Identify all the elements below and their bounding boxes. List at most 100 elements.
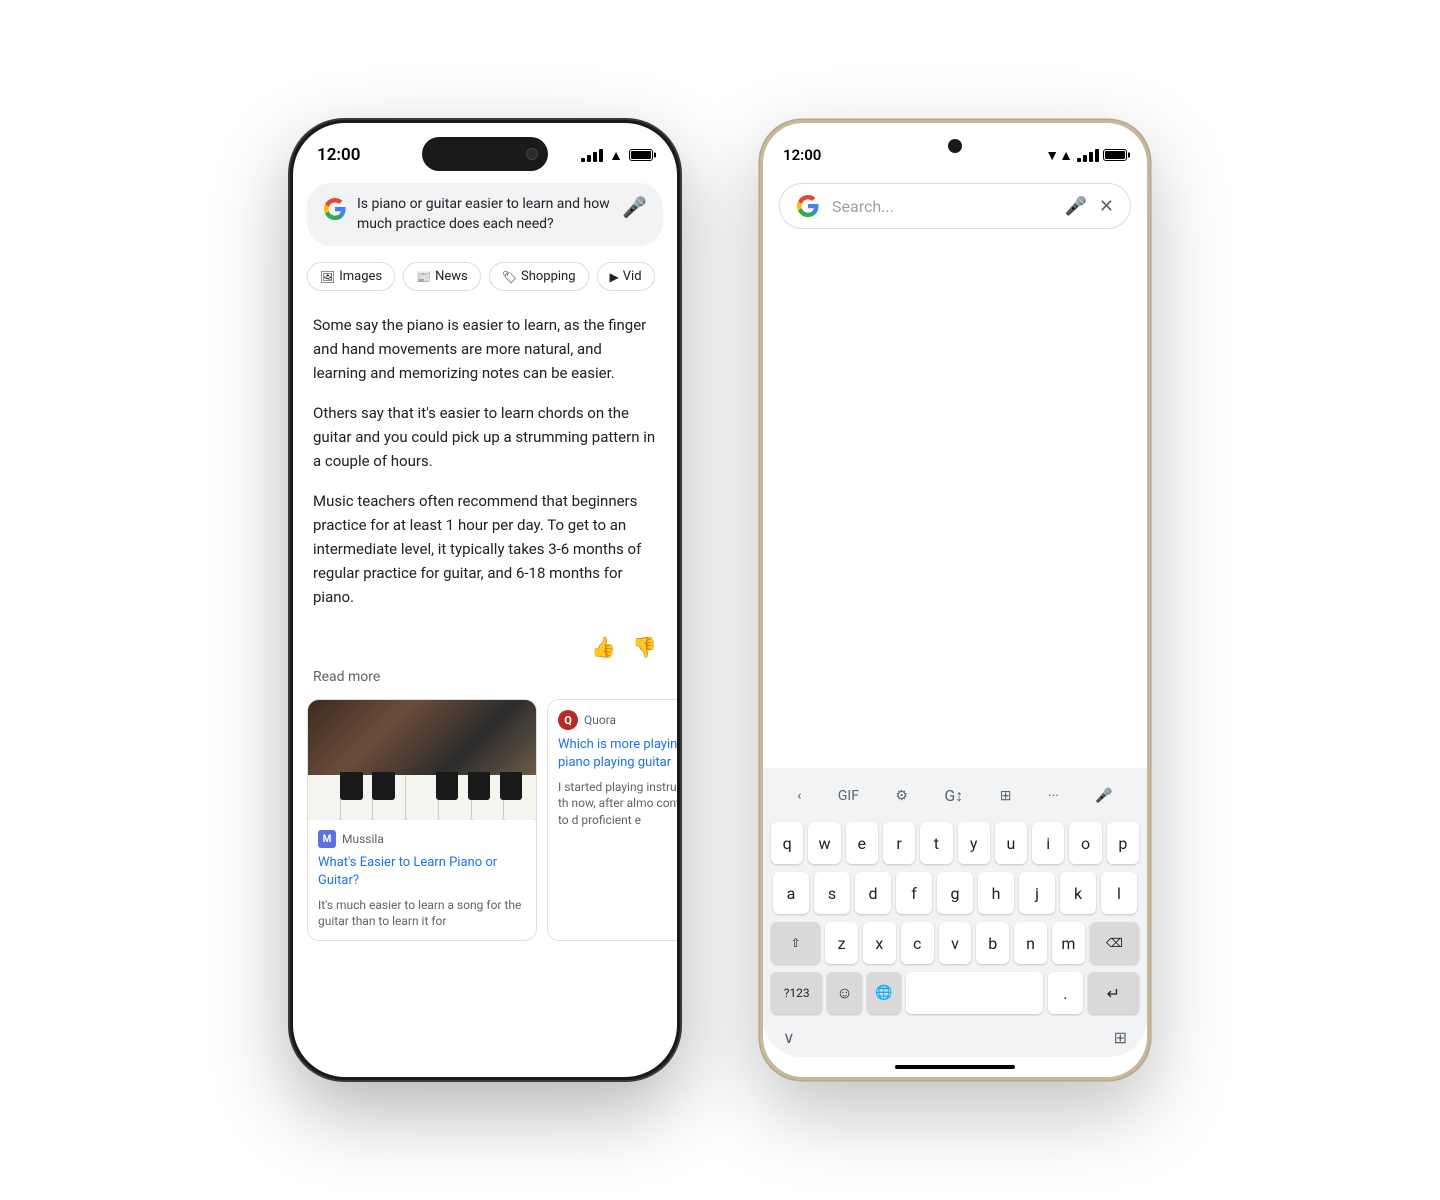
quora-icon: Q (558, 710, 578, 730)
article-card-image (308, 700, 536, 820)
key-g[interactable]: g (937, 872, 973, 914)
iphone-search-tabs: 🖼 Images 📰 News 🏷 Shopping ▶ Vid (293, 256, 677, 297)
mussila-article-snippet: It's much easier to learn a song for the… (318, 897, 526, 931)
key-language[interactable]: 🌐 (867, 972, 901, 1014)
quora-article-card[interactable]: Q Quora Which is more playing piano play… (547, 699, 677, 941)
key-c[interactable]: c (901, 922, 934, 964)
quora-card-body: Q Quora Which is more playing piano play… (548, 700, 677, 839)
phones-container: 12:00 ▲ (0, 80, 1440, 1120)
keyboard-collapse-icon[interactable]: ∨ (783, 1028, 795, 1047)
key-numbers[interactable]: ?123 (771, 972, 822, 1014)
key-h[interactable]: h (978, 872, 1014, 914)
mussila-article-title[interactable]: What's Easier to Learn Piano or Guitar? (318, 854, 526, 890)
android-close-icon[interactable]: ✕ (1099, 196, 1114, 217)
key-n[interactable]: n (1014, 922, 1047, 964)
mussila-name: Mussila (342, 832, 384, 846)
tab-shopping[interactable]: 🏷 Shopping (489, 262, 589, 291)
key-t[interactable]: t (920, 822, 952, 864)
video-tab-icon: ▶ (610, 270, 619, 284)
mussila-article-card[interactable]: M Mussila What's Easier to Learn Piano o… (307, 699, 537, 941)
result-paragraph-1: Some say the piano is easier to learn, a… (313, 313, 657, 385)
key-b[interactable]: b (976, 922, 1009, 964)
key-o[interactable]: o (1069, 822, 1101, 864)
google-logo (323, 197, 347, 221)
read-more-link[interactable]: Read more (293, 669, 677, 699)
android-mic-icon[interactable]: 🎤 (1064, 196, 1086, 217)
key-emoji[interactable]: ☺ (827, 972, 861, 1014)
iphone-mic-icon[interactable]: 🎤 (622, 195, 647, 219)
android-search-bar[interactable]: Search... 🎤 ✕ (779, 183, 1131, 229)
android-google-logo (796, 194, 820, 218)
article-source: M Mussila (318, 830, 526, 848)
android-time: 12:00 (783, 146, 821, 164)
article-cards: M Mussila What's Easier to Learn Piano o… (293, 699, 677, 941)
piano-guitar-image (308, 700, 536, 820)
android-status-icons: ▼▲ (1045, 147, 1127, 164)
key-backspace[interactable]: ⌫ (1090, 922, 1139, 964)
keyboard-translate-btn[interactable]: G↕ (938, 782, 969, 810)
key-period[interactable]: . (1048, 972, 1082, 1014)
key-enter[interactable]: ↵ (1088, 972, 1139, 1014)
key-w[interactable]: w (808, 822, 840, 864)
signal-icon (581, 149, 603, 162)
keyboard-row-4: ?123 ☺ 🌐 . ↵ (767, 972, 1143, 1014)
key-j[interactable]: j (1019, 872, 1055, 914)
tab-video[interactable]: ▶ Vid (597, 262, 655, 291)
iphone-search-bar[interactable]: Is piano or guitar easier to learn and h… (307, 183, 663, 246)
iphone-screen: 12:00 ▲ (293, 123, 677, 1077)
key-y[interactable]: y (958, 822, 990, 864)
key-s[interactable]: s (814, 872, 850, 914)
mussila-icon: M (318, 830, 336, 848)
keyboard-clipboard-btn[interactable]: ⊞ (994, 784, 1018, 808)
android-home-indicator (895, 1065, 1015, 1069)
key-shift[interactable]: ⇧ (771, 922, 820, 964)
keyboard-settings-btn[interactable]: ⚙ (889, 784, 914, 808)
key-d[interactable]: d (855, 872, 891, 914)
thumbs-down-icon[interactable]: 👎 (632, 635, 657, 659)
result-actions: 👍 👎 (293, 635, 677, 669)
key-l[interactable]: l (1101, 872, 1137, 914)
key-m[interactable]: m (1052, 922, 1085, 964)
key-u[interactable]: u (995, 822, 1027, 864)
key-x[interactable]: x (863, 922, 896, 964)
news-tab-icon: 📰 (416, 270, 431, 284)
quora-article-title[interactable]: Which is more playing piano playing guit… (558, 736, 677, 772)
android-wifi-icon: ▼▲ (1045, 147, 1073, 164)
android-screen: 12:00 ▼▲ (763, 123, 1147, 1077)
keyboard-row-2: a s d f g h j k l (767, 872, 1143, 914)
iphone-device: 12:00 ▲ (290, 120, 680, 1080)
result-paragraph-3: Music teachers often recommend that begi… (313, 489, 657, 609)
tab-news[interactable]: 📰 News (403, 262, 481, 291)
keyboard-more-btn[interactable]: ··· (1042, 784, 1065, 808)
key-v[interactable]: v (939, 922, 972, 964)
key-i[interactable]: i (1032, 822, 1064, 864)
key-k[interactable]: k (1060, 872, 1096, 914)
keyboard-mic-btn[interactable]: 🎤 (1089, 784, 1118, 808)
wifi-icon: ▲ (609, 147, 623, 164)
images-tab-label: Images (339, 269, 382, 284)
tab-images[interactable]: 🖼 Images (307, 262, 395, 291)
iphone-camera (526, 148, 538, 160)
thumbs-up-icon[interactable]: 👍 (591, 635, 616, 659)
key-e[interactable]: e (846, 822, 878, 864)
search-result-content: Some say the piano is easier to learn, a… (293, 297, 677, 635)
key-z[interactable]: z (825, 922, 858, 964)
article-card-body: M Mussila What's Easier to Learn Piano o… (308, 820, 536, 940)
iphone-search-query: Is piano or guitar easier to learn and h… (357, 195, 612, 234)
key-r[interactable]: r (883, 822, 915, 864)
android-search-action-icons: 🎤 ✕ (1064, 196, 1114, 217)
key-space[interactable] (906, 972, 1043, 1014)
keyboard-grid-icon[interactable]: ⊞ (1114, 1028, 1127, 1047)
keyboard-gif-btn[interactable]: GIF (832, 784, 865, 808)
quora-article-snippet: I started playing instruments th now, af… (558, 779, 677, 829)
key-a[interactable]: a (773, 872, 809, 914)
images-tab-icon: 🖼 (320, 270, 335, 284)
android-keyboard: ‹ GIF ⚙ G↕ ⊞ ··· 🎤 q w e r t y u (763, 768, 1147, 1057)
keyboard-row-1: q w e r t y u i o p (767, 822, 1143, 864)
shopping-tab-icon: 🏷 (502, 270, 517, 284)
key-f[interactable]: f (896, 872, 932, 914)
key-p[interactable]: p (1107, 822, 1139, 864)
keyboard-back-btn[interactable]: ‹ (791, 784, 807, 808)
key-q[interactable]: q (771, 822, 803, 864)
iphone-status-icons: ▲ (581, 147, 653, 164)
